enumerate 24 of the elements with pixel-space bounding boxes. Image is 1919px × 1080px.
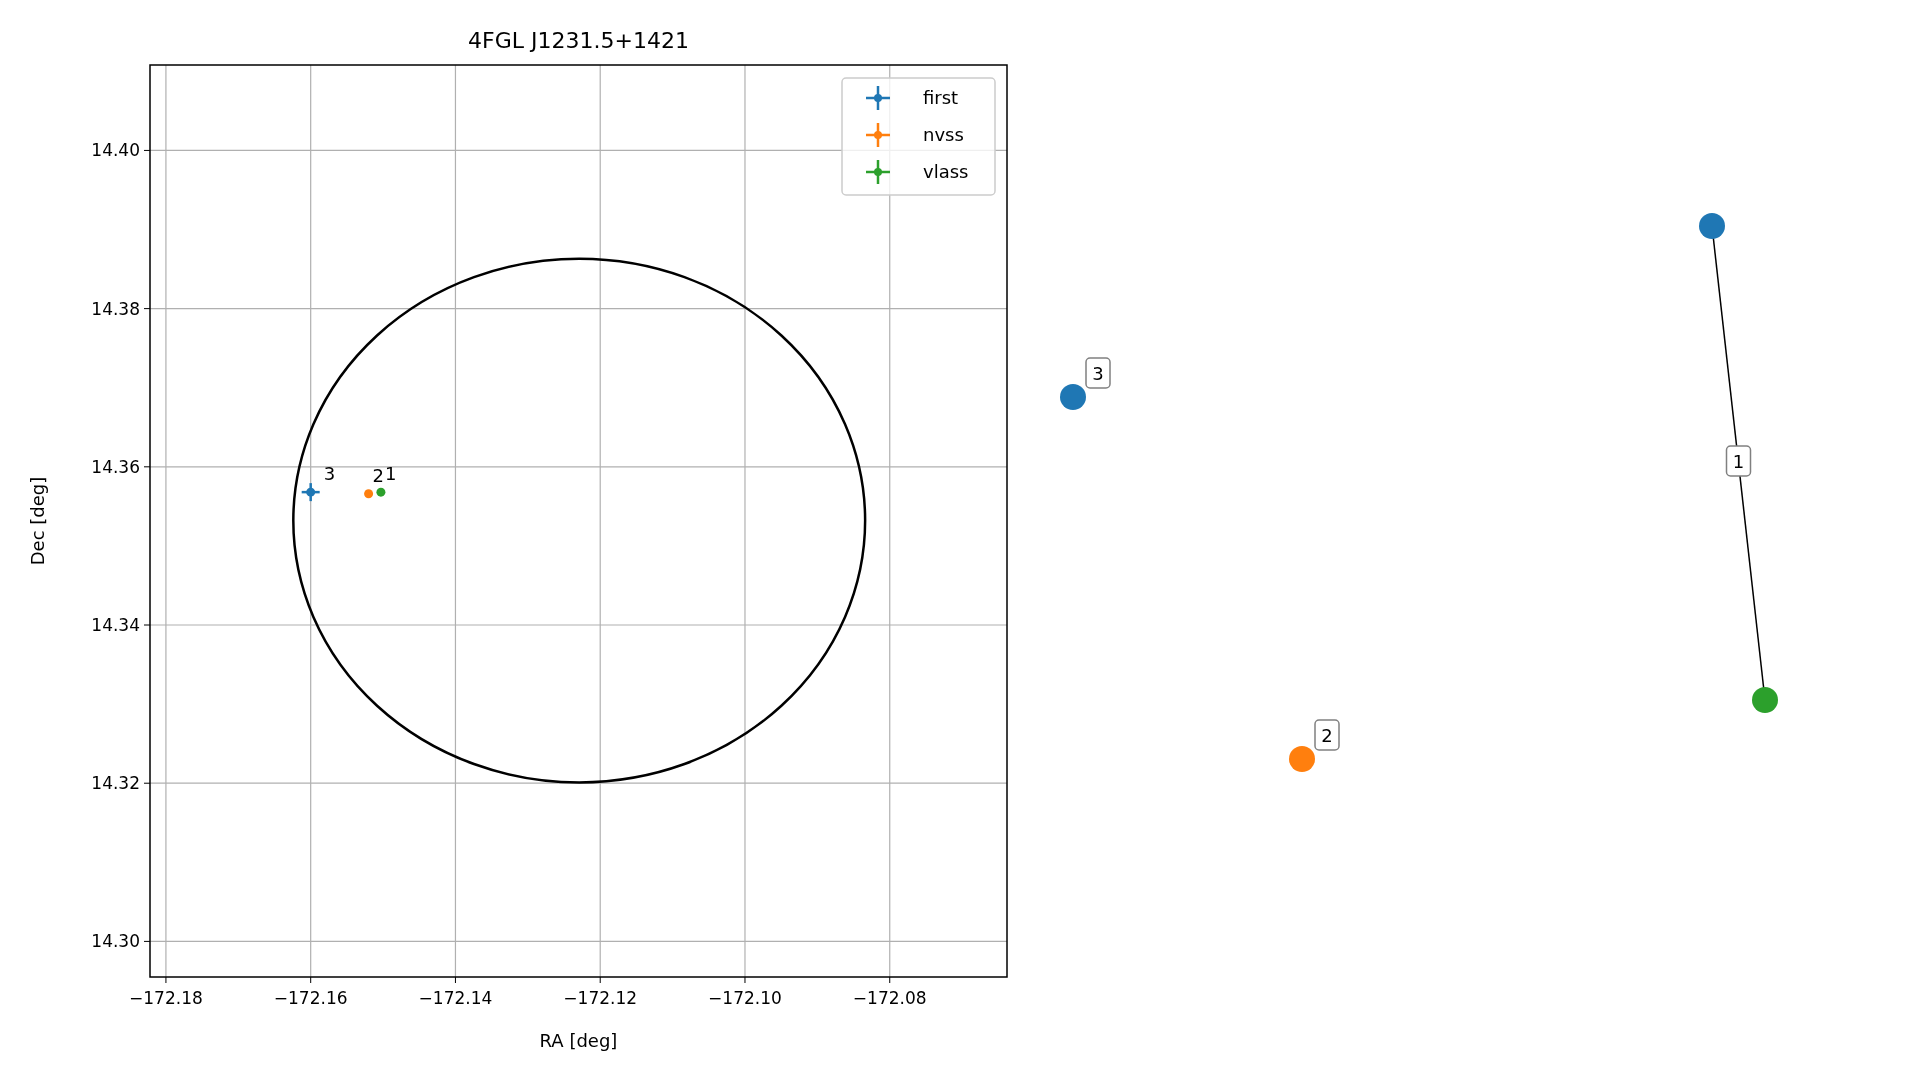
x-tick-label: −172.12 (563, 988, 638, 1008)
point-label: 2 (372, 464, 385, 486)
y-tick-label: 14.32 (91, 773, 140, 794)
x-tick-label: −172.08 (852, 988, 927, 1008)
y-tick-label: 14.34 (91, 615, 140, 635)
chart-title: 4FGL J1231.5+1421 (468, 28, 689, 53)
x-tick-label: −172.16 (273, 988, 348, 1008)
x-tick-label: −172.18 (129, 988, 203, 1008)
x-tick-label: −172.10 (708, 988, 782, 1008)
x-axis-label: RA [deg] (539, 1030, 618, 1051)
node-label: 2 (1314, 719, 1340, 751)
y-tick-label: 14.40 (91, 140, 140, 161)
y-axis-label: Dec [deg] (27, 476, 48, 566)
edge-label: 1 (1725, 445, 1752, 477)
legend-label: nvss (923, 124, 964, 145)
legend-label: first (923, 87, 959, 108)
point-label: 3 (323, 463, 336, 485)
x-tick-label: −172.14 (418, 988, 493, 1008)
legend-label: vlass (923, 161, 969, 182)
y-tick-label: 14.38 (91, 298, 140, 319)
point-label: 1 (384, 463, 397, 485)
y-tick-label: 14.30 (91, 931, 140, 952)
y-tick-label: 14.36 (91, 456, 140, 477)
node-label: 3 (1085, 357, 1111, 389)
